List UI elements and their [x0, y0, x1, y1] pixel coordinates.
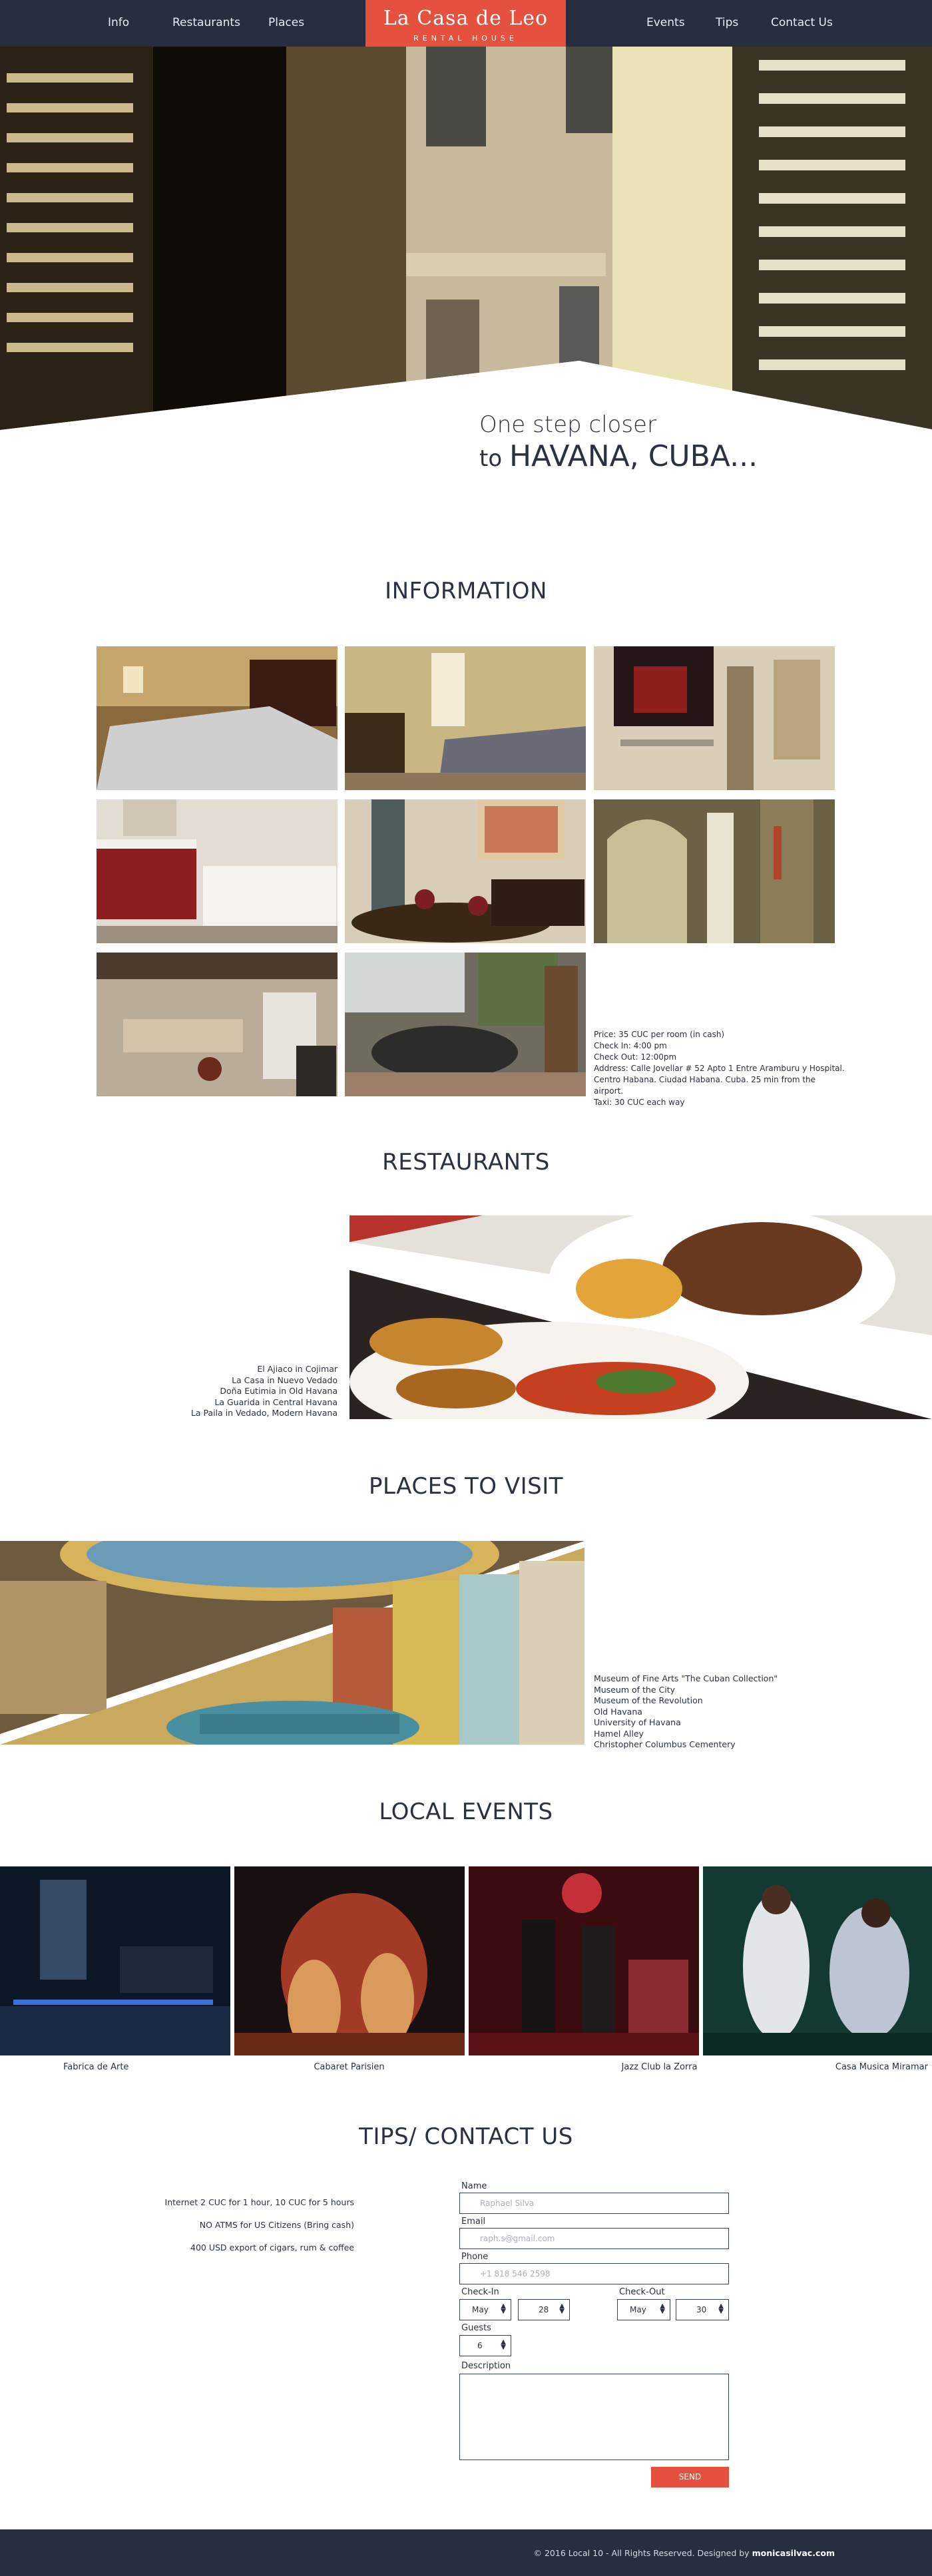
check-in-month-select[interactable]: May ▲ ▼ — [459, 2299, 511, 2320]
place-item: Christopher Columbus Cementery — [594, 1739, 736, 1749]
check-out-label: Check-Out — [619, 2287, 665, 2297]
nav-link-restaurants[interactable]: Restaurants — [172, 16, 240, 29]
restaurant-item: El Ajiaco in Cojimar — [257, 1364, 338, 1374]
restaurants-list: El Ajiaco in Cojimar La Casa in Nuevo Ve… — [191, 1364, 338, 1419]
tagline-line1: One step closer — [479, 411, 656, 438]
places-title: PLACES TO VISIT — [368, 1473, 563, 1500]
nav-link-events[interactable]: Events — [646, 16, 685, 29]
check-in-month-value: May — [472, 2305, 489, 2314]
phone-input[interactable]: +1 818 546 2598 — [459, 2263, 729, 2284]
info-address: Address: Calle Jovellar # 52 Apto 1 Entr… — [594, 1064, 845, 1073]
event-photo-jazz-club — [469, 1866, 699, 2055]
logo-title: La Casa de Leo — [383, 7, 549, 30]
hero-tagline: One step closer to HAVANA, CUBA... — [479, 411, 758, 473]
hero-divider — [0, 361, 932, 441]
check-in-day-select[interactable]: 28 ▲ ▼ — [518, 2299, 570, 2320]
photo-living-room — [345, 799, 586, 943]
photo-bathroom — [97, 799, 338, 943]
photo-hallway-painting — [594, 646, 835, 790]
tip-item: 400 USD export of cigars, rum & coffee — [190, 2243, 354, 2253]
check-out-day-value: 30 — [696, 2305, 707, 2314]
contact-title: TIPS/ CONTACT US — [359, 2123, 573, 2150]
tagline-emphasis: HAVANA, CUBA... — [509, 439, 758, 473]
email-input[interactable]: raph.s@gmail.com — [459, 2228, 729, 2249]
info-check-in: Check In: 4:00 pm — [594, 1041, 667, 1050]
designer-link[interactable]: monicasilvac.com — [752, 2548, 835, 2558]
information-details: Price: 35 CUC per room (in cash) Check I… — [594, 1029, 847, 1108]
name-label: Name — [461, 2181, 487, 2191]
event-caption: Casa Musica Miramar — [835, 2062, 928, 2072]
restaurant-item: Doña Eutimia in Old Havana — [220, 1386, 338, 1396]
name-input[interactable]: Raphael Silva — [459, 2193, 729, 2214]
event-caption: Cabaret Parisien — [314, 2062, 385, 2072]
check-out-month-value: May — [630, 2305, 646, 2314]
select-arrows-icon: ▲ ▼ — [660, 2302, 665, 2315]
event-photo-cabaret-parisien — [234, 1866, 465, 2055]
phone-label: Phone — [461, 2252, 489, 2262]
send-button[interactable]: SEND — [651, 2467, 729, 2487]
photo-arched-hallway — [594, 799, 835, 943]
event-caption: Jazz Club la Zorra — [621, 2062, 698, 2072]
check-out-month-select[interactable]: May ▲ ▼ — [617, 2299, 670, 2320]
info-taxi: Taxi: 30 CUC each way — [594, 1098, 685, 1107]
place-item: Museum of Fine Arts "The Cuban Collectio… — [594, 1673, 778, 1683]
tagline-prefix: to — [479, 445, 503, 472]
place-item: Museum of the City — [594, 1684, 675, 1695]
photo-patio — [345, 953, 586, 1096]
nav-link-tips[interactable]: Tips — [716, 16, 738, 29]
restaurants-food-collage — [350, 1215, 932, 1419]
event-photo-fabrica-de-arte — [0, 1866, 230, 2055]
photo-bedroom-2 — [345, 646, 586, 790]
tagline-line2: to HAVANA, CUBA... — [479, 439, 758, 473]
select-arrows-icon: ▲ ▼ — [501, 2338, 506, 2351]
info-price: Price: 35 CUC per room (in cash) — [594, 1030, 725, 1039]
restaurant-item: La Paila in Vedado, Modern Havana — [190, 1408, 338, 1418]
event-caption: Fabrica de Arte — [63, 2062, 129, 2072]
tip-item: NO ATMS for US Citizens (Bring cash) — [199, 2220, 354, 2230]
description-label: Description — [461, 2361, 511, 2371]
logo-subtitle: RENTAL HOUSE — [413, 34, 518, 43]
info-check-out: Check Out: 12:00pm — [594, 1052, 677, 1062]
restaurant-item: La Casa in Nuevo Vedado — [232, 1375, 338, 1385]
email-label: Email — [461, 2217, 486, 2227]
check-in-label: Check-In — [461, 2287, 499, 2297]
info-address-line2: Centro Habana. Ciudad Habana. Cuba. 25 m… — [594, 1075, 816, 1096]
places-list: Museum of Fine Arts "The Cuban Collectio… — [594, 1673, 778, 1751]
guests-label: Guests — [461, 2323, 491, 2333]
tips-list: Internet 2 CUC for 1 hour, 10 CUC for 5 … — [165, 2191, 354, 2259]
restaurants-title: RESTAURANTS — [382, 1149, 550, 1176]
information-title: INFORMATION — [385, 578, 547, 604]
place-item: Museum of the Revolution — [594, 1695, 703, 1705]
places-photo-collage — [0, 1541, 584, 1745]
place-item: Old Havana — [594, 1706, 642, 1717]
footer: © 2016 Local 10 - All Rights Reserved. D… — [0, 2529, 932, 2576]
guests-select[interactable]: 6 ▲ ▼ — [459, 2335, 511, 2356]
guests-value: 6 — [477, 2341, 483, 2350]
nav-link-contact-us[interactable]: Contact Us — [771, 16, 833, 29]
photo-kitchen — [97, 953, 338, 1096]
select-arrows-icon: ▲ ▼ — [718, 2302, 724, 2315]
restaurant-item: La Guarida in Central Havana — [214, 1396, 338, 1407]
select-arrows-icon: ▲ ▼ — [501, 2302, 506, 2315]
event-photo-casa-musica — [703, 1866, 932, 2055]
nav-link-places[interactable]: Places — [268, 16, 304, 29]
events-title: LOCAL EVENTS — [379, 1799, 553, 1825]
place-item: University of Havana — [594, 1717, 681, 1727]
photo-bedroom-1 — [97, 646, 338, 790]
footer-copyright: © 2016 Local 10 - All Rights Reserved. D… — [534, 2548, 835, 2558]
check-out-day-select[interactable]: 30 ▲ ▼ — [676, 2299, 729, 2320]
select-arrows-icon: ▲ ▼ — [559, 2302, 565, 2315]
description-textarea[interactable] — [459, 2374, 729, 2460]
nav-link-info[interactable]: Info — [108, 16, 129, 29]
tip-item: Internet 2 CUC for 1 hour, 10 CUC for 5 … — [164, 2197, 354, 2207]
copyright-text: © 2016 Local 10 - All Rights Reserved. D… — [533, 2548, 750, 2558]
check-in-day-value: 28 — [539, 2305, 549, 2314]
place-item: Hamel Alley — [594, 1728, 644, 1739]
